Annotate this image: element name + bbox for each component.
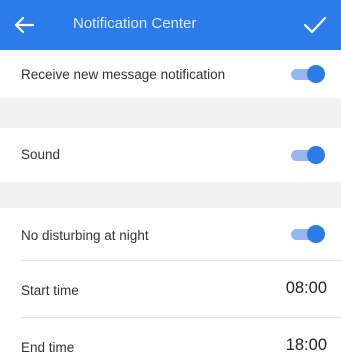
setting-row-end-time[interactable]: End time 18:00 [0,318,341,355]
sound-label: Sound [21,147,61,162]
section-separator [0,182,341,208]
section-separator [0,98,341,128]
new-message-toggle[interactable] [289,64,325,84]
toggle-knob [307,146,325,164]
back-button[interactable] [10,11,38,39]
no-disturb-toggle[interactable] [289,224,325,244]
checkmark-icon [303,16,327,34]
sound-toggle[interactable] [289,145,325,165]
end-time-label: End time [21,340,75,355]
no-disturb-label: No disturbing at night [21,228,149,243]
toggle-knob [307,65,325,83]
confirm-button[interactable] [301,11,329,39]
start-time-label: Start time [21,283,79,298]
app-header: Notification Center [0,0,341,50]
start-time-value[interactable]: 08:00 [286,279,327,298]
toggle-knob [307,225,325,243]
setting-row-no-disturb: No disturbing at night [0,208,341,260]
end-time-value[interactable]: 18:00 [286,336,327,355]
setting-row-sound: Sound [0,128,341,182]
back-arrow-icon [14,16,34,34]
page-title: Notification Center [73,15,197,32]
setting-row-new-message: Receive new message notification [0,50,341,98]
new-message-label: Receive new message notification [21,67,226,82]
setting-row-start-time[interactable]: Start time 08:00 [0,261,341,317]
